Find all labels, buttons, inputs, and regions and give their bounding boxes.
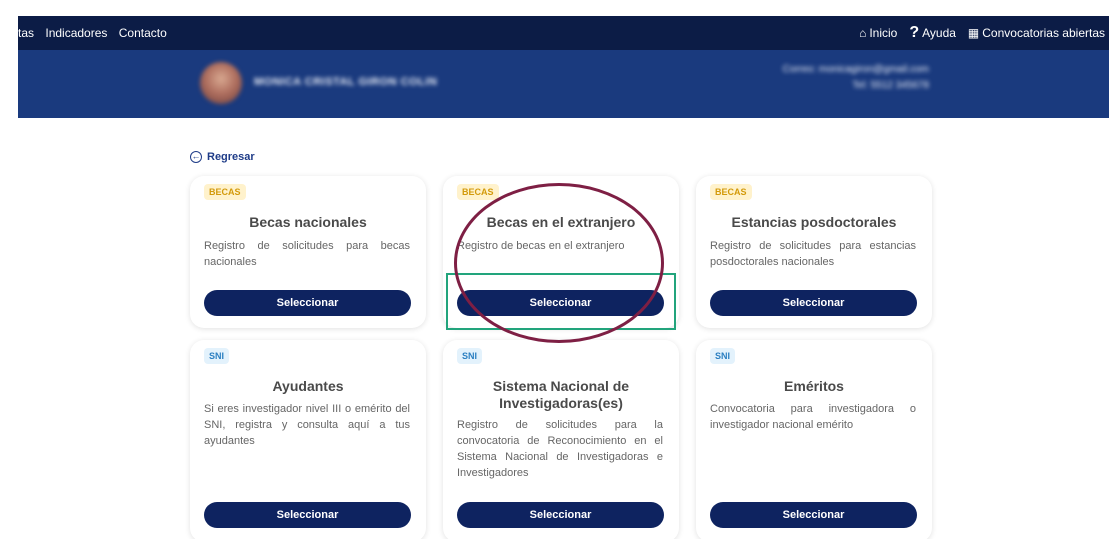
card-title: Eméritos: [784, 378, 844, 394]
nav-label: Ayuda: [922, 26, 956, 40]
user-name: MONICA CRISTAL GIRON COLIN: [254, 76, 438, 88]
nav-item-contacto[interactable]: Contacto: [119, 26, 167, 40]
card-description: Convocatoria para investigadora o invest…: [710, 403, 916, 431]
select-button[interactable]: Seleccionar: [204, 290, 411, 316]
card-description: Si eres investigador nivel III o emérito…: [204, 403, 410, 447]
back-link[interactable]: ← Regresar: [190, 151, 255, 163]
page: tas Indicadores Contacto ⌂ Inicio ? Ayud…: [0, 0, 1117, 545]
card-description: Registro de solicitudes para becas nacio…: [204, 240, 410, 268]
page-edge-left: [0, 0, 18, 545]
nav-label: Inicio: [869, 26, 898, 40]
card-description: Registro de solicitudes para la convocat…: [457, 419, 663, 479]
card-title: Becas nacionales: [249, 214, 367, 230]
card-emeritos: SNI Eméritos Convocatoria para investiga…: [696, 340, 932, 542]
card-becas-nacionales: BECAS Becas nacionales Registro de solic…: [190, 176, 426, 328]
user-email: Correo: monicagiron@gmail.com: [782, 64, 929, 75]
card-description: Registro de solicitudes para estancias p…: [710, 240, 916, 268]
category-badge: SNI: [710, 348, 736, 364]
select-button[interactable]: Seleccionar: [204, 502, 411, 528]
category-badge: SNI: [204, 348, 230, 364]
nav-item-indicadores[interactable]: Indicadores: [45, 26, 107, 40]
top-navbar: tas Indicadores Contacto ⌂ Inicio ? Ayud…: [18, 16, 1109, 50]
user-phone: Tel: 5512 345678: [852, 80, 929, 91]
select-button[interactable]: Seleccionar: [457, 502, 664, 528]
arrow-left-icon: ←: [190, 151, 202, 163]
nav-label: Convocatorias abiertas: [982, 26, 1105, 40]
card-estancias-posdoctorales: BECAS Estancias posdoctorales Registro d…: [696, 176, 932, 328]
top-nav-left: tas Indicadores Contacto: [18, 26, 175, 40]
top-nav-right: ⌂ Inicio ? Ayuda ▦ Convocatorias abierta…: [859, 24, 1105, 41]
card-title: Ayudantes: [272, 378, 344, 394]
highlight-circle: [454, 183, 664, 343]
category-badge: SNI: [457, 348, 483, 364]
category-badge: BECAS: [710, 184, 752, 200]
nav-item-tas[interactable]: tas: [18, 26, 34, 40]
select-button[interactable]: Seleccionar: [710, 290, 917, 316]
card-title: Estancias posdoctorales: [731, 214, 897, 230]
category-badge: BECAS: [204, 184, 246, 200]
user-banner: MONICA CRISTAL GIRON COLIN Correo: monic…: [18, 50, 1109, 118]
nav-item-convocatorias[interactable]: ▦ Convocatorias abiertas: [968, 26, 1105, 40]
card-sistema-nacional-investigadores: SNI Sistema Nacional de Investigadoras(e…: [443, 340, 679, 542]
home-icon: ⌂: [859, 26, 867, 40]
category-badge: BECAS: [457, 184, 499, 200]
card-ayudantes: SNI Ayudantes Si eres investigador nivel…: [190, 340, 426, 542]
card-title: Sistema Nacional de Investigadoras(es): [492, 378, 630, 411]
page-edge-right: [1109, 0, 1117, 545]
page-edge-bottom: [0, 539, 1117, 545]
back-link-label: Regresar: [207, 151, 255, 163]
nav-item-ayuda[interactable]: ? Ayuda: [909, 24, 956, 41]
help-icon: ?: [909, 24, 920, 41]
avatar: [200, 62, 242, 104]
select-button[interactable]: Seleccionar: [710, 502, 917, 528]
book-icon: ▦: [967, 26, 980, 40]
nav-item-inicio[interactable]: ⌂ Inicio: [859, 26, 897, 40]
